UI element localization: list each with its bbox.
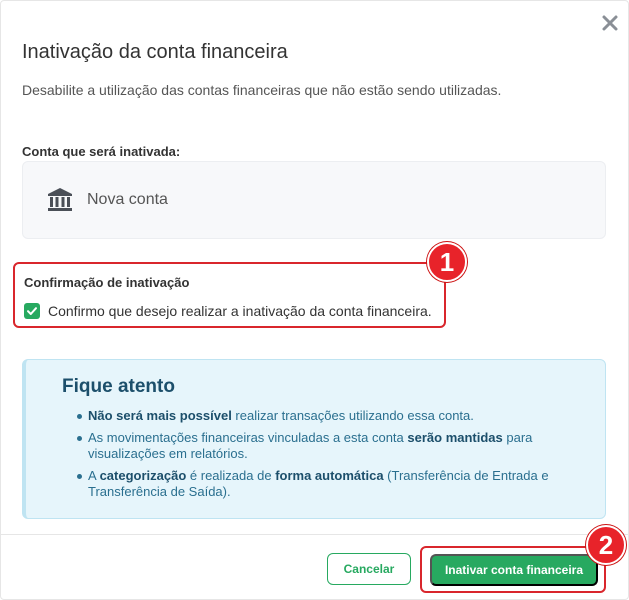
alert-text: As movimentações financeiras vinculadas … bbox=[88, 430, 408, 445]
account-label: Conta que será inativada: bbox=[22, 144, 181, 159]
confirmation-section: Confirmação de inativação Confirmo que d… bbox=[13, 262, 446, 328]
checkmark-icon bbox=[27, 307, 37, 315]
alert-list: Não será mais possível realizar transaçõ… bbox=[77, 408, 608, 506]
confirmation-checkbox-label[interactable]: Confirmo que desejo realizar a inativaçã… bbox=[48, 303, 432, 319]
alert-list-item: A categorização é realizada de forma aut… bbox=[77, 468, 608, 500]
close-button[interactable] bbox=[596, 9, 624, 37]
confirm-button-highlight: Inativar conta financeira bbox=[420, 546, 606, 593]
warning-alert: Fique atento Não será mais possível real… bbox=[22, 359, 606, 519]
alert-emphasis: categorização bbox=[99, 468, 187, 483]
annotation-badge-2: 2 bbox=[586, 525, 626, 565]
modal-title: Inativação da conta financeira bbox=[22, 41, 288, 63]
account-display: Nova conta bbox=[22, 161, 606, 239]
alert-emphasis: serão mantidas bbox=[407, 430, 503, 445]
alert-list-item: Não será mais possível realizar transaçõ… bbox=[77, 408, 608, 424]
inactivate-account-button[interactable]: Inativar conta financeira bbox=[430, 554, 598, 586]
close-icon bbox=[602, 15, 618, 31]
confirmation-title: Confirmação de inativação bbox=[24, 275, 190, 290]
alert-title: Fique atento bbox=[62, 376, 175, 397]
bank-icon bbox=[48, 188, 72, 211]
alert-emphasis: forma automática bbox=[275, 468, 384, 483]
alert-emphasis: Não será mais possível bbox=[88, 408, 232, 423]
alert-text: A bbox=[88, 468, 100, 483]
footer-divider bbox=[1, 534, 629, 535]
account-name: Nova conta bbox=[87, 191, 168, 208]
alert-text: realizar transações utilizando essa cont… bbox=[231, 408, 474, 423]
confirmation-checkbox[interactable] bbox=[24, 303, 40, 319]
alert-text: é realizada de bbox=[186, 468, 276, 483]
confirmation-checkbox-row[interactable]: Confirmo que desejo realizar a inativaçã… bbox=[24, 303, 432, 319]
modal-subtitle: Desabilite a utilização das contas finan… bbox=[22, 82, 502, 98]
alert-list-item: As movimentações financeiras vinculadas … bbox=[77, 430, 608, 462]
cancel-button[interactable]: Cancelar bbox=[327, 553, 411, 585]
annotation-badge-1: 1 bbox=[427, 242, 467, 282]
inactivate-account-modal: Inativação da conta financeira Desabilit… bbox=[0, 0, 629, 600]
